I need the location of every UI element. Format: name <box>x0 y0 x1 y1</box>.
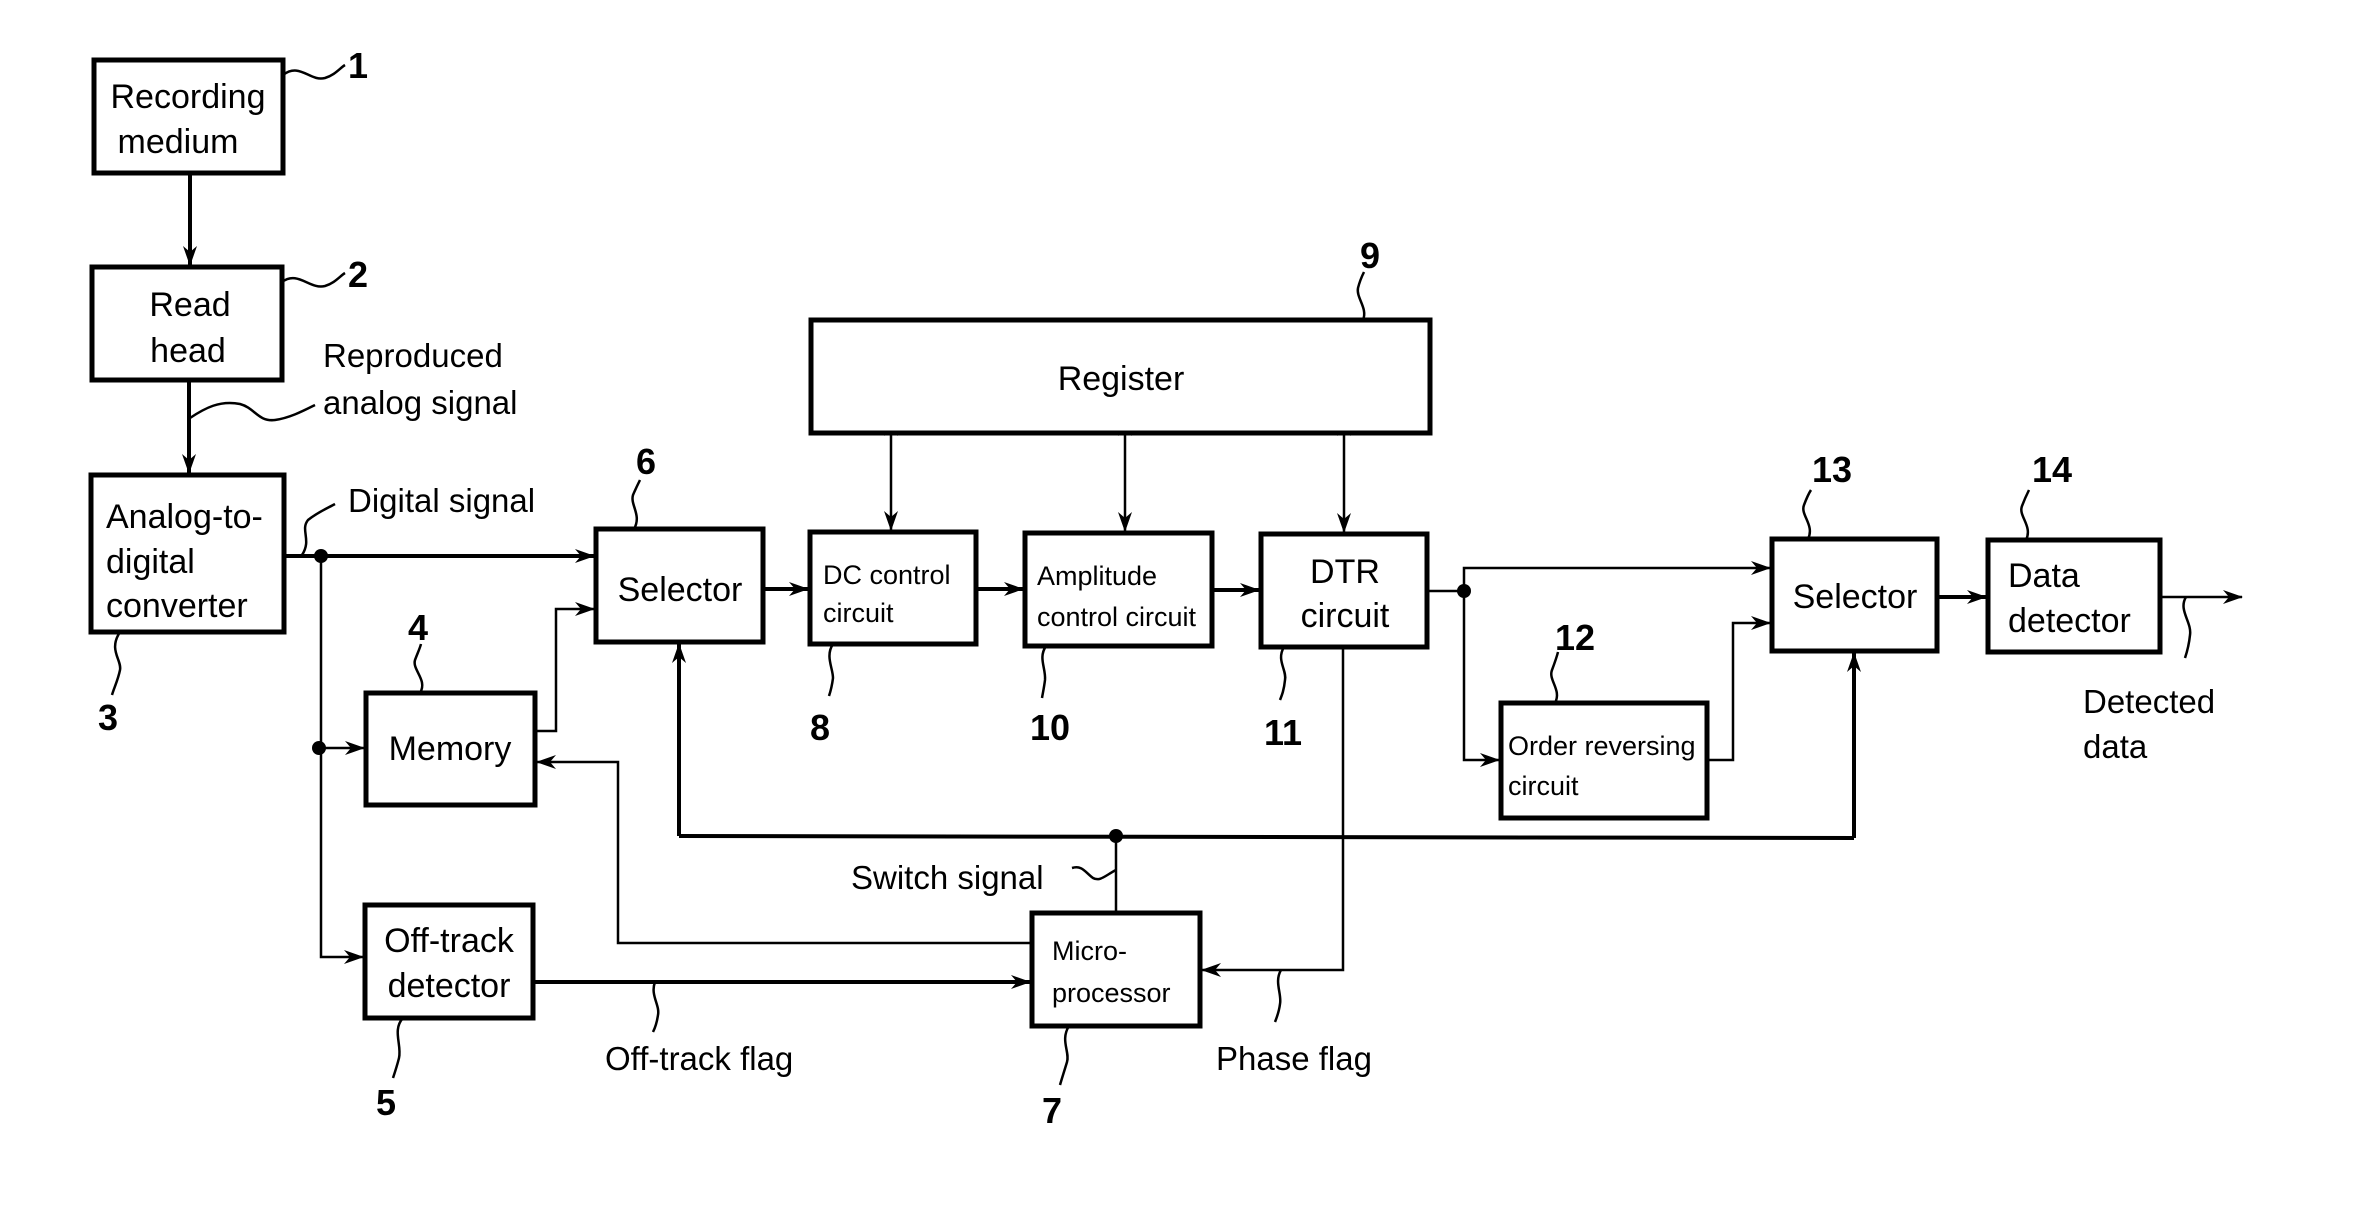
block-label: detector <box>2008 602 2131 640</box>
signal-label-reproduced: analog signal <box>323 384 518 421</box>
leader-line <box>631 479 642 530</box>
leader-line <box>110 631 122 696</box>
leader-line <box>1356 271 1366 321</box>
ref-numeral: 14 <box>2032 449 2072 490</box>
block-label: Register <box>1058 360 1185 398</box>
block-register: Register <box>808 317 1433 436</box>
ref-numeral: 6 <box>636 441 656 482</box>
ref-numeral: 11 <box>1264 712 1302 753</box>
leader-line <box>1071 866 1117 881</box>
block-label: converter <box>106 587 248 625</box>
signal-label-detected-data: Detected <box>2083 683 2215 720</box>
leader-line <box>189 401 316 422</box>
signal-label-digital: Digital signal <box>348 482 535 519</box>
block-label: Memory <box>389 730 512 768</box>
block-memory: Memory <box>363 690 538 808</box>
block-label: DTR <box>1310 553 1380 591</box>
leader-line <box>1550 651 1560 704</box>
ref-numeral: 7 <box>1042 1090 1062 1131</box>
block-microprocessor: Micro- processor <box>1029 910 1203 1029</box>
leader-line <box>827 643 835 697</box>
ref-numeral: 9 <box>1360 235 1380 276</box>
ref-numeral: 1 <box>348 45 368 86</box>
block-adc: Analog-to- digital converter <box>88 472 287 635</box>
leader-line <box>281 271 346 288</box>
wire-order-reversing-to-selector13 <box>1707 616 1771 762</box>
leader-line <box>391 1017 404 1079</box>
block-order-reversing: Order reversing circuit <box>1498 700 1710 821</box>
block-label: Order reversing <box>1508 731 1696 761</box>
block-label: control circuit <box>1037 602 1197 632</box>
block-diagram: Recording medium Read head Analog-to- di… <box>88 45 2243 1131</box>
block-label: head <box>150 332 226 370</box>
signal-label-phase-flag: Phase flag <box>1216 1040 1372 1077</box>
block-label: medium <box>118 123 239 161</box>
signal-label-switch: Switch signal <box>851 859 1044 896</box>
wire-dtr-to-order-reversing <box>1462 591 1500 767</box>
block-label: digital <box>106 543 195 581</box>
block-data-detector: Data detector <box>1985 537 2163 655</box>
block-label: Amplitude <box>1037 561 1157 591</box>
signal-label-detected-data: data <box>2083 728 2148 765</box>
block-amplitude-control: Amplitude control circuit <box>1022 530 1215 649</box>
ref-numeral: 10 <box>1030 707 1070 748</box>
block-label: Off-track <box>384 922 515 960</box>
block-label: Recording <box>111 78 266 116</box>
leader-line <box>282 63 346 80</box>
leader-line <box>300 502 336 556</box>
wire-memory-to-selector6 <box>535 602 595 733</box>
wire-digital-tap <box>319 556 364 964</box>
signal-label-reproduced: Reproduced <box>323 337 503 374</box>
block-label: DC control <box>823 560 951 590</box>
block-dc-control: DC control circuit <box>807 529 979 647</box>
block-label: Read <box>149 286 230 324</box>
leader-line <box>1278 646 1287 701</box>
ref-numeral: 5 <box>376 1082 396 1123</box>
block-label: Data <box>2008 557 2080 595</box>
wire-switch-bus <box>678 834 1855 840</box>
junction-dot <box>1109 829 1123 843</box>
leader-line <box>1802 489 1813 540</box>
leader-line <box>1040 645 1048 699</box>
block-read-head: Read head <box>89 264 285 383</box>
ref-numeral: 8 <box>810 707 830 748</box>
block-label: circuit <box>823 598 894 628</box>
block-label: circuit <box>1301 597 1390 635</box>
block-recording-medium: Recording medium <box>91 57 286 176</box>
leader-line <box>1273 969 1283 1023</box>
block-label: Micro- <box>1052 936 1127 966</box>
ref-numeral: 3 <box>98 697 118 738</box>
ref-numeral: 2 <box>348 254 368 295</box>
leader-line <box>2020 489 2031 541</box>
block-label: detector <box>388 967 511 1005</box>
wire-dtr-to-selector13 <box>1427 561 1771 593</box>
block-label: Selector <box>618 571 743 609</box>
wire-micro-to-memory <box>536 755 1032 945</box>
wire-dtr-to-micro <box>1201 647 1345 977</box>
signal-label-off-track-flag: Off-track flag <box>605 1040 793 1077</box>
junction-dot <box>1457 584 1471 598</box>
block-selector-6: Selector <box>593 526 766 645</box>
junction-dot <box>312 741 326 755</box>
block-off-track-detector: Off-track detector <box>362 902 536 1021</box>
block-selector-13: Selector <box>1769 536 1940 654</box>
block-label: Selector <box>1793 578 1918 616</box>
leader-line <box>1058 1025 1071 1086</box>
block-label: Analog-to- <box>106 498 263 536</box>
block-label: processor <box>1052 978 1171 1008</box>
leader-line <box>651 981 660 1033</box>
ref-numeral: 4 <box>408 607 428 648</box>
leader-line <box>413 643 424 694</box>
block-dtr-circuit: DTR circuit <box>1258 531 1430 650</box>
ref-numeral: 12 <box>1555 617 1595 658</box>
block-label: circuit <box>1508 771 1579 801</box>
junction-dot <box>314 549 328 563</box>
ref-numeral: 13 <box>1812 449 1852 490</box>
leader-line <box>2182 596 2192 659</box>
